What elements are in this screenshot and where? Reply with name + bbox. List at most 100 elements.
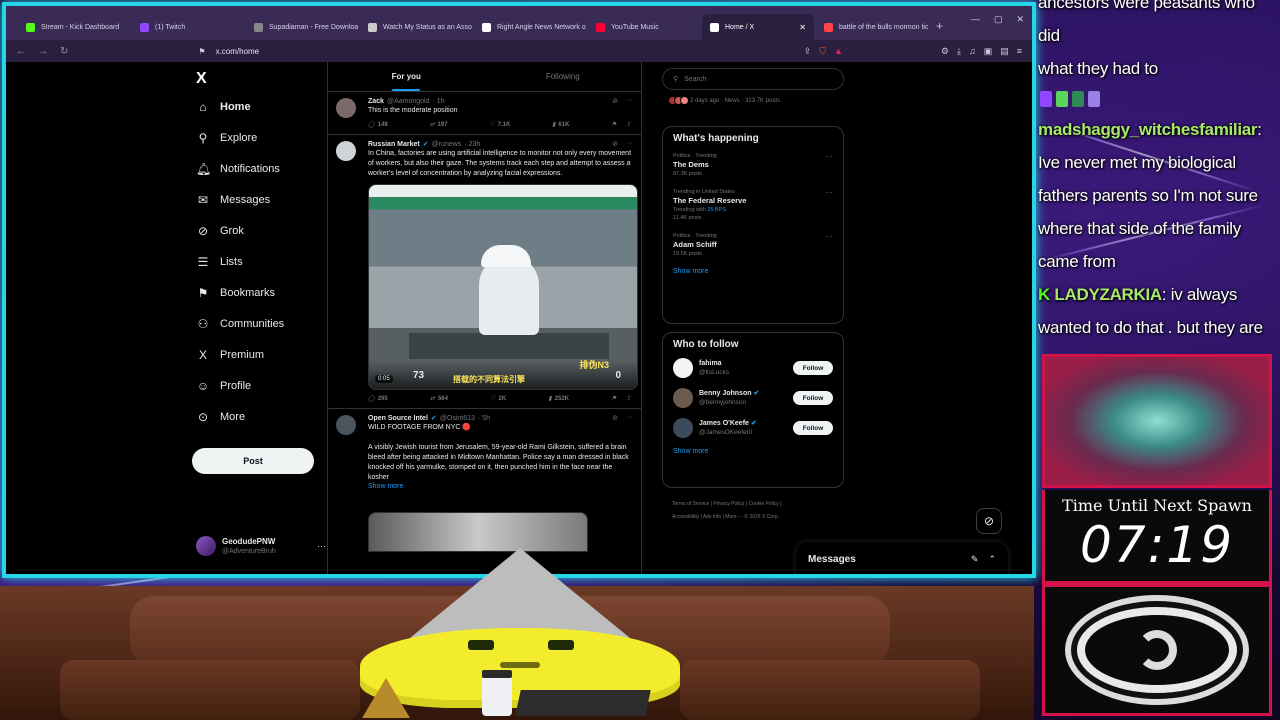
- show-more-link[interactable]: Show more: [673, 448, 833, 455]
- footer-link[interactable]: Cookie Policy: [749, 501, 779, 507]
- post-author-name[interactable]: Open Source Intel: [368, 415, 428, 422]
- more-dots-icon[interactable]: ···: [626, 97, 633, 105]
- footer-link[interactable]: Accessibility: [672, 514, 699, 520]
- wallet-icon[interactable]: ▣: [984, 46, 993, 57]
- nav-item-premium[interactable]: X Premium: [196, 348, 264, 362]
- avatar[interactable]: [673, 418, 693, 438]
- browser-tab[interactable]: Home / X ✕: [702, 14, 814, 40]
- grok-icon[interactable]: ⊘: [612, 97, 618, 105]
- views-button[interactable]: ▮ 252K: [548, 395, 569, 403]
- show-more-link[interactable]: Show more: [368, 483, 633, 490]
- footer-link[interactable]: More ···: [725, 514, 743, 520]
- follow-button[interactable]: Follow: [793, 361, 833, 375]
- follow-button[interactable]: Follow: [793, 421, 833, 435]
- follow-suggestion[interactable]: Benny Johnson ✔ @bennyjohnson Follow: [673, 388, 833, 408]
- post-image[interactable]: [368, 512, 588, 552]
- follow-suggestion[interactable]: James O'Keefe ✔ @JamesOKeefeIII Follow: [673, 418, 833, 438]
- grok-float-button[interactable]: ⊘: [976, 508, 1002, 534]
- post[interactable]: Open Source Intel ✔ @Osint613 · 5h ⊘ ··· …: [328, 409, 641, 558]
- new-tab-button[interactable]: +: [936, 19, 943, 33]
- maximize-button[interactable]: ▢: [994, 14, 1003, 25]
- close-tab-icon[interactable]: ✕: [799, 23, 806, 32]
- browser-tab[interactable]: (1) Twitch: [132, 14, 244, 40]
- nav-item-notifications[interactable]: 🔔︎ Notifications: [196, 162, 280, 176]
- reply-button[interactable]: ◯ 148: [368, 121, 388, 129]
- avatar[interactable]: [336, 141, 356, 161]
- nav-item-home[interactable]: ⌂ Home: [196, 100, 250, 114]
- post-time[interactable]: · 1h: [433, 98, 445, 105]
- footer-link[interactable]: Terms of Service: [672, 501, 709, 507]
- nav-item-more[interactable]: ⊙ More: [196, 410, 245, 424]
- post[interactable]: Russian Market ✔ @runews · 23h ⊘ ··· In C…: [328, 135, 641, 409]
- browser-tab[interactable]: Watch My Status as an Assoc: [360, 14, 472, 40]
- post-video[interactable]: 0:05 73 搭载的不同算法引擎 排伪N3 0: [368, 184, 638, 390]
- more-dots-icon[interactable]: ···: [825, 152, 833, 161]
- bookmark-page-icon[interactable]: ⚑: [198, 47, 205, 56]
- bookmark-icon[interactable]: ⚑: [611, 121, 616, 128]
- reply-button[interactable]: ◯ 295: [368, 395, 388, 403]
- repost-button[interactable]: ⇄ 197: [429, 121, 447, 129]
- more-dots-icon[interactable]: ···: [317, 541, 326, 551]
- more-dots-icon[interactable]: ···: [825, 232, 833, 241]
- avatar[interactable]: [336, 415, 356, 435]
- browser-tab[interactable]: Stream - Kick Dashboard: [18, 14, 130, 40]
- brave-shield-icon[interactable]: ⛉: [819, 46, 826, 57]
- show-more-link[interactable]: Show more: [673, 268, 833, 275]
- nav-item-profile[interactable]: ☺ Profile: [196, 379, 251, 393]
- search-input[interactable]: ⚲ Search: [662, 68, 844, 90]
- views-button[interactable]: ▮ 61K: [552, 121, 569, 129]
- tab-following[interactable]: Following: [485, 62, 642, 91]
- browser-tab[interactable]: Supadiaman - Free Download: [246, 14, 358, 40]
- compose-message-icon[interactable]: ✎: [971, 554, 979, 565]
- more-dots-icon[interactable]: ···: [825, 188, 833, 197]
- avatar[interactable]: [673, 388, 693, 408]
- bookmark-icon[interactable]: ⚑: [611, 395, 616, 402]
- browser-tab[interactable]: Right Angle News Network on: [474, 14, 586, 40]
- follow-button[interactable]: Follow: [793, 391, 833, 405]
- nav-item-lists[interactable]: ☰ Lists: [196, 255, 243, 269]
- tab-for-you[interactable]: For you: [328, 62, 485, 91]
- messages-drawer[interactable]: Messages ✎ ⌃: [796, 542, 1008, 574]
- news-item-meta[interactable]: 2 days ago · News · 323.7K posts: [668, 96, 780, 105]
- browser-tab[interactable]: battle of the bulls mormon tic: [816, 14, 928, 40]
- avatar[interactable]: [336, 98, 356, 118]
- playlist-icon[interactable]: ♫: [969, 46, 976, 57]
- repost-button[interactable]: ⇄ 564: [430, 395, 448, 403]
- share-icon[interactable]: ⇪: [804, 46, 812, 57]
- trend-item[interactable]: Politics · Trending The Dems 97.3K posts…: [673, 152, 833, 178]
- browser-tab[interactable]: YouTube Music: [588, 14, 700, 40]
- more-dots-icon[interactable]: ···: [626, 140, 633, 148]
- like-button[interactable]: ♡ 7.1K: [489, 121, 510, 129]
- x-logo[interactable]: X: [196, 70, 207, 88]
- post-author-name[interactable]: Russian Market: [368, 141, 420, 148]
- footer-link[interactable]: Privacy Policy: [713, 501, 744, 507]
- account-switcher[interactable]: GeodudePNW @AdventureBruh ···: [196, 536, 326, 556]
- download-icon[interactable]: ⤓: [957, 46, 961, 57]
- post-time[interactable]: · 23h: [464, 141, 480, 148]
- grok-icon[interactable]: ⊘: [612, 140, 618, 148]
- minimize-button[interactable]: —: [971, 14, 980, 25]
- post-author-name[interactable]: Zack: [368, 98, 384, 105]
- forward-icon[interactable]: →: [38, 46, 48, 57]
- more-dots-icon[interactable]: ···: [626, 414, 633, 422]
- sidebar-toggle-icon[interactable]: ▤: [1000, 46, 1009, 57]
- menu-icon[interactable]: ≡: [1017, 46, 1022, 57]
- chevron-up-icon[interactable]: ⌃: [988, 554, 996, 565]
- footer-link[interactable]: Ads info: [703, 514, 721, 520]
- avatar[interactable]: [673, 358, 693, 378]
- share-icon[interactable]: ⇪: [626, 395, 631, 402]
- back-icon[interactable]: ←: [16, 46, 26, 57]
- nav-item-explore[interactable]: ⚲ Explore: [196, 131, 258, 145]
- like-button[interactable]: ♡ 2K: [490, 395, 506, 403]
- nav-item-bookmarks[interactable]: ⚑ Bookmarks: [196, 286, 275, 300]
- url-field[interactable]: x.com/home: [216, 47, 260, 56]
- rewards-icon[interactable]: ▲: [834, 46, 843, 57]
- share-icon[interactable]: ⇪: [626, 121, 631, 128]
- nav-item-messages[interactable]: ✉ Messages: [196, 193, 270, 207]
- grok-icon[interactable]: ⊘: [612, 414, 618, 422]
- post-time[interactable]: · 5h: [478, 415, 490, 422]
- reload-icon[interactable]: ↻: [60, 46, 68, 57]
- post[interactable]: Zack @Aamongold · 1h ⊘ ··· This is the mo…: [328, 92, 641, 135]
- close-button[interactable]: ✕: [1016, 14, 1024, 25]
- follow-suggestion[interactable]: fahima @ltsLucks Follow: [673, 358, 833, 378]
